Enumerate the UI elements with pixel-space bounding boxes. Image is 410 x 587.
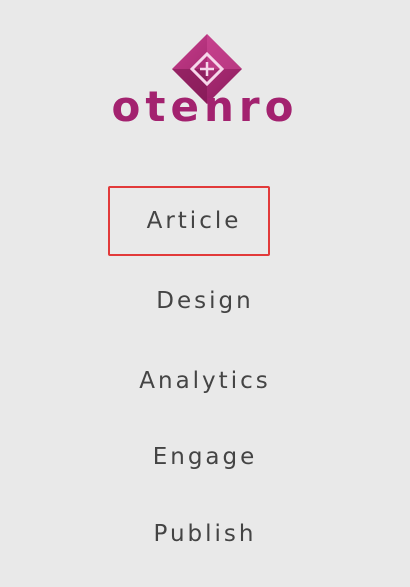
nav-item-analytics[interactable]: Analytics	[0, 370, 410, 393]
nav-item-publish[interactable]: Publish	[0, 523, 410, 546]
nav-item-engage[interactable]: Engage	[0, 446, 410, 469]
nav-item-label: Article	[146, 207, 242, 234]
nav-item-label: Design	[156, 288, 254, 314]
nav-item-design[interactable]: Design	[0, 290, 410, 313]
main-nav: Article Design Analytics Engage Publish	[0, 0, 410, 587]
nav-item-label: Engage	[152, 444, 258, 470]
nav-item-article[interactable]: Article	[108, 186, 270, 256]
nav-item-label: Analytics	[139, 368, 271, 394]
nav-item-label: Publish	[153, 521, 257, 547]
